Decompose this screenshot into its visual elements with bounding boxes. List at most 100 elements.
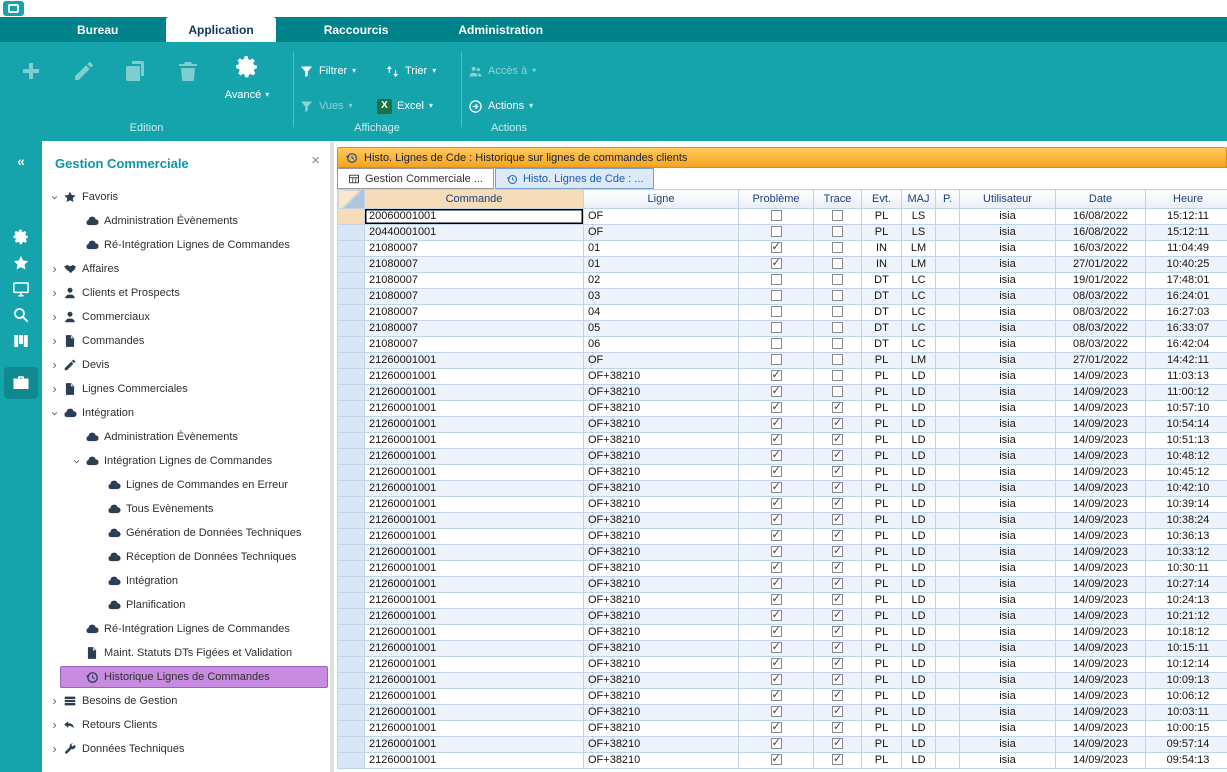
tree-item-tous-ev-nements[interactable]: Tous Evènements [42, 497, 330, 521]
cell-utilisateur[interactable]: isia [960, 673, 1056, 689]
cell-heure[interactable]: 10:03:11 [1146, 705, 1227, 721]
cell-ligne[interactable]: OF+38210 [584, 465, 739, 481]
cell-trace[interactable] [814, 529, 862, 545]
cell-maj[interactable]: LD [902, 385, 936, 401]
cell-evt[interactable]: IN [862, 257, 902, 273]
tree-item-devis[interactable]: Devis [42, 353, 330, 377]
cell-maj[interactable]: LC [902, 337, 936, 353]
cell-trace[interactable] [814, 433, 862, 449]
row-selector[interactable] [338, 673, 365, 689]
cell-commande[interactable]: 21260001001 [365, 721, 584, 737]
cell-date[interactable]: 08/03/2022 [1056, 337, 1146, 353]
cell-maj[interactable]: LC [902, 305, 936, 321]
cell-trace[interactable] [814, 513, 862, 529]
cell-date[interactable]: 08/03/2022 [1056, 305, 1146, 321]
expander-closed-icon[interactable] [46, 721, 62, 730]
checkbox-checked-icon[interactable] [771, 722, 782, 733]
cell-date[interactable]: 16/03/2022 [1056, 241, 1146, 257]
cell-date[interactable]: 14/09/2023 [1056, 577, 1146, 593]
doc-tab-gestion-commerciale[interactable]: Gestion Commerciale ... [337, 168, 494, 189]
cell-maj[interactable]: LD [902, 721, 936, 737]
cell-probl-me[interactable] [739, 481, 814, 497]
checkbox-checked-icon[interactable] [771, 386, 782, 397]
tree-item-commandes[interactable]: Commandes [42, 329, 330, 353]
cell-p[interactable] [936, 673, 960, 689]
cell-probl-me[interactable] [739, 305, 814, 321]
cell-evt[interactable]: PL [862, 417, 902, 433]
grid-row[interactable]: 21260001001OF+38210PLLDisia14/09/202310:… [338, 401, 1227, 417]
cell-trace[interactable] [814, 737, 862, 753]
cell-date[interactable]: 14/09/2023 [1056, 513, 1146, 529]
grid-row[interactable]: 2108000701INLMisia27/01/202210:40:25 [338, 257, 1227, 273]
cell-p[interactable] [936, 369, 960, 385]
cell-utilisateur[interactable]: isia [960, 449, 1056, 465]
cell-trace[interactable] [814, 689, 862, 705]
cell-ligne[interactable]: 04 [584, 305, 739, 321]
column-header-evt[interactable]: Evt. [862, 190, 902, 209]
collapse-panel-icon[interactable]: « [17, 154, 25, 168]
checkbox-checked-icon[interactable] [832, 722, 843, 733]
grid-row[interactable]: 21260001001OF+38210PLLDisia14/09/202311:… [338, 369, 1227, 385]
cell-utilisateur[interactable]: isia [960, 737, 1056, 753]
cell-probl-me[interactable] [739, 641, 814, 657]
row-selector[interactable] [338, 513, 365, 529]
cell-probl-me[interactable] [739, 353, 814, 369]
cell-utilisateur[interactable]: isia [960, 385, 1056, 401]
cell-heure[interactable]: 10:45:12 [1146, 465, 1227, 481]
cell-heure[interactable]: 15:12:11 [1146, 209, 1227, 225]
cell-ligne[interactable]: OF+38210 [584, 385, 739, 401]
cell-heure[interactable]: 10:48:12 [1146, 449, 1227, 465]
cell-maj[interactable]: LD [902, 625, 936, 641]
cell-date[interactable]: 14/09/2023 [1056, 497, 1146, 513]
cell-heure[interactable]: 10:54:14 [1146, 417, 1227, 433]
doc-tab-histo-lignes-de-cde[interactable]: Histo. Lignes de Cde : ... [495, 168, 654, 189]
checkbox-unchecked-icon[interactable] [832, 290, 843, 301]
cell-utilisateur[interactable]: isia [960, 481, 1056, 497]
cell-trace[interactable] [814, 417, 862, 433]
cell-heure[interactable]: 10:40:25 [1146, 257, 1227, 273]
cell-date[interactable]: 14/09/2023 [1056, 625, 1146, 641]
checkbox-checked-icon[interactable] [832, 498, 843, 509]
cell-heure[interactable]: 10:21:12 [1146, 609, 1227, 625]
checkbox-unchecked-icon[interactable] [832, 386, 843, 397]
checkbox-checked-icon[interactable] [832, 482, 843, 493]
cell-trace[interactable] [814, 353, 862, 369]
checkbox-checked-icon[interactable] [832, 578, 843, 589]
tree-item-r-int-gration-lignes-de-commandes[interactable]: Ré-Intégration Lignes de Commandes [42, 233, 330, 257]
cell-heure[interactable]: 10:36:13 [1146, 529, 1227, 545]
expander-closed-icon[interactable] [46, 313, 62, 322]
cell-date[interactable]: 16/08/2022 [1056, 209, 1146, 225]
cell-p[interactable] [936, 689, 960, 705]
actions-button[interactable]: Actions▾ [468, 95, 533, 117]
cell-p[interactable] [936, 737, 960, 753]
cell-date[interactable]: 14/09/2023 [1056, 561, 1146, 577]
row-selector[interactable] [338, 721, 365, 737]
tree-item-commerciaux[interactable]: Commerciaux [42, 305, 330, 329]
cell-maj[interactable]: LD [902, 609, 936, 625]
cell-probl-me[interactable] [739, 721, 814, 737]
cell-utilisateur[interactable]: isia [960, 433, 1056, 449]
cell-trace[interactable] [814, 401, 862, 417]
grid-row[interactable]: 2108000701INLMisia16/03/202211:04:49 [338, 241, 1227, 257]
cell-commande[interactable]: 21260001001 [365, 689, 584, 705]
row-selector[interactable] [338, 337, 365, 353]
cell-maj[interactable]: LD [902, 465, 936, 481]
tree-item-int-gration[interactable]: Intégration [42, 569, 330, 593]
cell-evt[interactable]: DT [862, 273, 902, 289]
cell-ligne[interactable]: OF+38210 [584, 721, 739, 737]
cell-utilisateur[interactable]: isia [960, 417, 1056, 433]
access-button[interactable]: Accès à▾ [468, 60, 536, 82]
cell-heure[interactable]: 09:54:13 [1146, 753, 1227, 769]
column-header-p[interactable]: P. [936, 190, 960, 209]
row-selector[interactable] [338, 369, 365, 385]
cell-maj[interactable]: LD [902, 705, 936, 721]
cell-p[interactable] [936, 385, 960, 401]
cell-heure[interactable]: 10:12:14 [1146, 657, 1227, 673]
cell-ligne[interactable]: OF+38210 [584, 561, 739, 577]
checkbox-checked-icon[interactable] [771, 242, 782, 253]
checkbox-checked-icon[interactable] [771, 530, 782, 541]
checkbox-checked-icon[interactable] [832, 418, 843, 429]
cell-trace[interactable] [814, 241, 862, 257]
cell-ligne[interactable]: OF+38210 [584, 369, 739, 385]
cell-probl-me[interactable] [739, 545, 814, 561]
